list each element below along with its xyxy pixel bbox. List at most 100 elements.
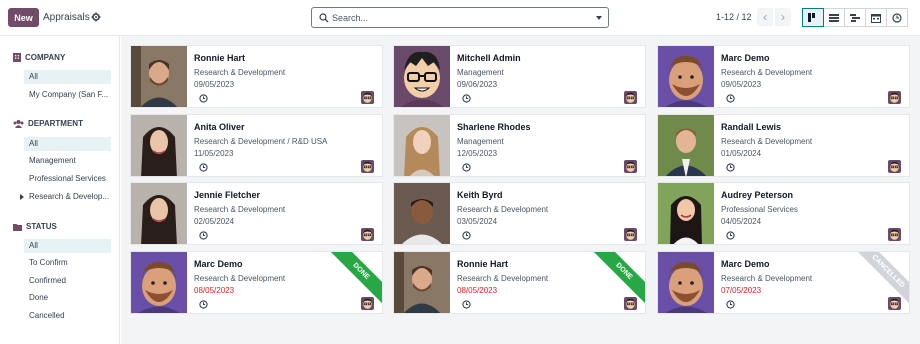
appraisal-date: 03/05/2024 — [457, 217, 498, 226]
activity-clock-icon[interactable] — [199, 231, 208, 242]
appraisal-date: 08/05/2023 — [457, 286, 498, 295]
breadcrumb: Appraisals — [43, 12, 90, 23]
control-panel: New Appraisals Search... 1-12 / 12 ‹ › — [0, 0, 920, 36]
employee-name: Sharlene Rhodes — [457, 122, 531, 132]
list-icon — [829, 13, 839, 22]
search-bar[interactable]: Search... — [311, 7, 609, 28]
gear-icon[interactable] — [91, 12, 101, 22]
department-filter-management[interactable]: Management — [24, 154, 111, 168]
appraisal-card[interactable]: Mitchell Admin Management 09/06/2023 — [393, 45, 646, 108]
status-filter-cancelled[interactable]: Cancelled — [24, 309, 111, 323]
employee-avatar — [658, 46, 714, 107]
pager-next-button[interactable]: › — [775, 8, 791, 26]
appraisal-card[interactable]: Marc Demo Research & Development 07/05/202… — [657, 251, 910, 314]
search-panel: COMPANY All My Company (San F... DEPARTM… — [0, 36, 120, 344]
appraisal-card[interactable]: Ronnie Hart Research & Development 09/05/2… — [130, 45, 383, 108]
activity-clock-icon[interactable] — [726, 163, 735, 174]
appraisal-card[interactable]: Audrey Peterson Professional Services 04/0… — [657, 182, 910, 245]
activity-clock-icon[interactable] — [199, 163, 208, 174]
appraisal-card[interactable]: Marc Demo Research & Development 09/05/202… — [657, 45, 910, 108]
department-label: Research & Development — [721, 137, 813, 146]
department-label: Research & Development — [457, 274, 549, 283]
employee-avatar — [658, 115, 714, 176]
appraisal-date: 08/05/2023 — [194, 286, 235, 295]
manager-avatar[interactable] — [624, 297, 637, 310]
manager-avatar[interactable] — [361, 297, 374, 310]
department-label: Research & Development — [721, 68, 813, 77]
activity-clock-icon[interactable] — [199, 300, 208, 311]
department-label: Research & Development — [721, 274, 813, 283]
status-section-header: STATUS — [13, 222, 57, 231]
manager-avatar[interactable] — [888, 228, 901, 241]
status-ribbon: DONE — [323, 252, 382, 309]
manager-avatar[interactable] — [888, 91, 901, 104]
search-icon — [319, 13, 329, 23]
manager-avatar[interactable] — [624, 91, 637, 104]
view-switcher — [802, 8, 908, 27]
manager-avatar[interactable] — [361, 91, 374, 104]
appraisal-card[interactable]: Ronnie Hart Research & Development 08/05/2… — [393, 251, 646, 314]
list-view-button[interactable] — [823, 8, 845, 27]
status-filter-confirmed[interactable]: Confirmed — [24, 274, 111, 288]
appraisal-card[interactable]: Randall Lewis Research & Development 01/05… — [657, 114, 910, 177]
search-dropdown-toggle[interactable] — [596, 16, 602, 20]
search-input[interactable]: Search... — [332, 13, 368, 23]
activity-clock-icon[interactable] — [199, 94, 208, 105]
pager-previous-button[interactable]: ‹ — [757, 8, 773, 26]
manager-avatar[interactable] — [888, 297, 901, 310]
status-ribbon: CANCELLED — [850, 252, 909, 309]
activity-clock-icon[interactable] — [726, 94, 735, 105]
employee-name: Keith Byrd — [457, 190, 503, 200]
company-section-title: COMPANY — [25, 53, 66, 62]
gantt-view-button[interactable] — [844, 8, 866, 27]
activity-clock-icon[interactable] — [462, 231, 471, 242]
employee-name: Audrey Peterson — [721, 190, 794, 200]
employee-name: Randall Lewis — [721, 122, 782, 132]
status-filter-all[interactable]: All — [24, 239, 111, 253]
employee-name: Jennie Fletcher — [194, 190, 261, 200]
activity-clock-icon[interactable] — [462, 94, 471, 105]
gantt-icon — [850, 13, 860, 22]
appraisal-card[interactable]: Keith Byrd Research & Development 03/05/20… — [393, 182, 646, 245]
appraisal-card[interactable]: Sharlene Rhodes Management 12/05/2023 — [393, 114, 646, 177]
manager-avatar[interactable] — [624, 228, 637, 241]
appraisal-date: 09/05/2023 — [721, 80, 762, 89]
activity-clock-icon[interactable] — [726, 231, 735, 242]
new-button[interactable]: New — [8, 8, 39, 27]
pager-value[interactable]: 1-12 / 12 — [716, 12, 752, 22]
department-label: Research & Development / R&D USA — [194, 137, 328, 146]
kanban-view-button[interactable] — [802, 8, 824, 27]
activity-clock-icon[interactable] — [462, 163, 471, 174]
company-filter-all[interactable]: All — [24, 70, 111, 84]
building-icon — [13, 53, 21, 62]
manager-avatar[interactable] — [888, 160, 901, 173]
department-label: Research & Development — [457, 205, 549, 214]
manager-avatar[interactable] — [624, 160, 637, 173]
department-label: Research & Development — [194, 68, 286, 77]
department-filter-research-development[interactable]: Research & Develop... — [24, 190, 111, 204]
appraisal-card[interactable]: Anita Oliver Research & Development / R&D… — [130, 114, 383, 177]
activity-view-button[interactable] — [886, 8, 908, 27]
department-filter-all[interactable]: All — [24, 137, 111, 151]
employee-name: Marc Demo — [194, 259, 243, 269]
appraisal-date: 09/05/2023 — [194, 80, 235, 89]
department-label: Research & Development — [194, 205, 286, 214]
activity-clock-icon[interactable] — [462, 300, 471, 311]
activity-clock-icon[interactable] — [726, 300, 735, 311]
employee-name: Mitchell Admin — [457, 53, 521, 63]
appraisal-date: 09/06/2023 — [457, 80, 498, 89]
manager-avatar[interactable] — [361, 228, 374, 241]
calendar-view-button[interactable] — [865, 8, 887, 27]
status-filter-to-confirm[interactable]: To Confirm — [24, 256, 111, 270]
employee-avatar — [394, 115, 450, 176]
department-filter-professional-services[interactable]: Professional Services — [24, 172, 111, 186]
status-filter-done[interactable]: Done — [24, 291, 111, 305]
employee-avatar — [658, 183, 714, 244]
appraisal-date: 01/05/2024 — [721, 149, 762, 158]
manager-avatar[interactable] — [361, 160, 374, 173]
appraisal-date: 12/05/2023 — [457, 149, 498, 158]
appraisal-card[interactable]: Jennie Fletcher Research & Development 02/… — [130, 182, 383, 245]
employee-name: Ronnie Hart — [457, 259, 509, 269]
appraisal-card[interactable]: Marc Demo Research & Development 08/05/202… — [130, 251, 383, 314]
company-filter-my-company[interactable]: My Company (San F... — [24, 88, 111, 102]
